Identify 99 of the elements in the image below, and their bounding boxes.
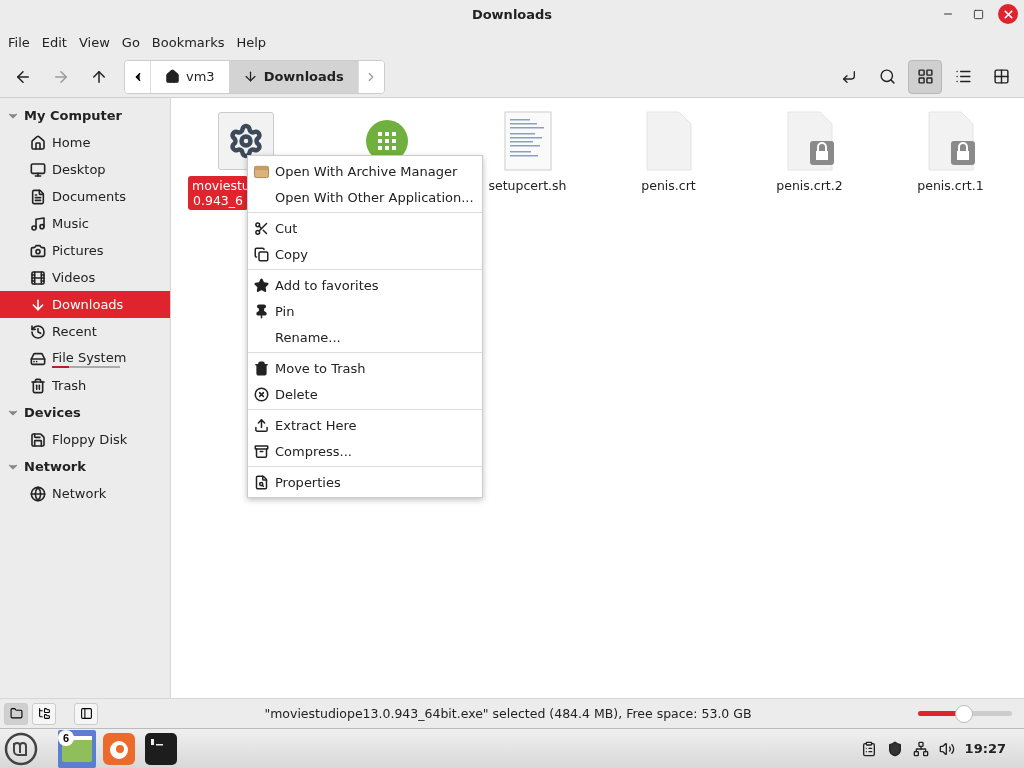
menu-item[interactable]: File — [2, 34, 36, 50]
upload-icon — [254, 417, 269, 433]
camera-icon — [30, 242, 46, 259]
context-menu-item[interactable]: Pin — [248, 298, 482, 324]
clock[interactable]: 19:27 — [964, 741, 1006, 756]
gear-icon — [227, 123, 264, 159]
network-icon[interactable] — [912, 740, 929, 757]
status-text: "moviestudiope13.0.943_64bit.exe" selected (484.4 MB), Free space: 53.0 GB — [263, 706, 753, 721]
sidebar-item[interactable]: Documents — [0, 183, 170, 210]
monitor-icon — [30, 161, 46, 178]
volume-icon[interactable] — [938, 740, 955, 757]
grid-icon — [916, 68, 934, 85]
context-menu-item[interactable]: Open With Other Application... — [248, 184, 482, 210]
context-menu-item[interactable]: Move to Trash — [248, 355, 482, 381]
sidebar-section-header[interactable]: Devices — [0, 399, 170, 426]
tree-pane-button[interactable] — [32, 702, 56, 725]
trash-icon — [254, 360, 269, 376]
terminal-icon — [145, 732, 177, 765]
sidebar-item[interactable]: File System — [0, 345, 170, 372]
file-name: penis.crt.1 — [916, 177, 985, 195]
menu-item[interactable]: Help — [230, 34, 273, 50]
disk-usage-bar — [52, 365, 120, 368]
menu-item[interactable]: View — [72, 34, 116, 50]
path-button[interactable]: Downloads — [228, 60, 358, 93]
context-menu-item[interactable]: Copy — [248, 241, 482, 267]
shield-icon[interactable] — [886, 740, 903, 757]
menu-item[interactable]: Bookmarks — [145, 34, 231, 50]
file-name: penis.crt.2 — [775, 177, 844, 195]
sidebar-section-header[interactable]: Network — [0, 453, 170, 480]
box-icon — [254, 163, 269, 179]
film-icon — [30, 269, 46, 286]
window-title: Downloads — [471, 6, 553, 22]
places-pane-button[interactable] — [4, 702, 28, 725]
file-name: moviestu 0.943_6 — [188, 176, 248, 210]
folder-tree-icon — [37, 707, 51, 720]
context-menu-item[interactable]: Add to favorites — [248, 272, 482, 298]
house-icon — [165, 69, 180, 84]
sidebar-section-header[interactable]: My Computer — [0, 102, 170, 129]
sidebar-item[interactable]: Downloads — [0, 291, 170, 318]
folder-icon — [62, 735, 92, 762]
window-count-badge: 6 — [58, 729, 74, 746]
sidebar-item[interactable]: Music — [0, 210, 170, 237]
context-menu-item[interactable]: Properties — [248, 469, 482, 495]
sidebar-item[interactable]: Videos — [0, 264, 170, 291]
archive-icon — [254, 443, 269, 459]
clipboard-icon[interactable] — [860, 740, 877, 757]
context-menu-item[interactable]: Delete — [248, 381, 482, 407]
sidebar-toggle-button[interactable] — [74, 702, 98, 725]
search-icon — [878, 68, 896, 85]
sidebar-icon — [79, 707, 93, 720]
path-left-button[interactable] — [125, 60, 151, 93]
file-name: penis.crt — [640, 177, 697, 195]
folder-icon — [9, 707, 23, 720]
globe-icon — [30, 485, 46, 502]
down-arrow-icon — [242, 69, 258, 84]
drive-icon — [30, 350, 46, 367]
house-icon — [30, 134, 46, 151]
files-app-button[interactable]: 6 — [58, 729, 96, 768]
list-icon — [954, 68, 972, 85]
file-name: setupcert.sh — [487, 177, 568, 195]
copy-icon — [254, 246, 269, 262]
sidebar-item[interactable]: Home — [0, 129, 170, 156]
zoom-slider[interactable] — [918, 704, 1012, 723]
close-icon — [1001, 7, 1015, 21]
context-menu-item[interactable]: Rename... — [248, 324, 482, 350]
context-menu-item[interactable]: Extract Here — [248, 412, 482, 438]
locked-file-icon — [785, 111, 834, 171]
context-menu-item[interactable]: Open With Archive Manager — [248, 158, 482, 184]
sidebar-item[interactable]: Trash — [0, 372, 170, 399]
grid-icon — [992, 68, 1010, 85]
icons-view-button[interactable] — [908, 59, 942, 94]
document-search-icon — [254, 474, 269, 490]
close-button[interactable] — [998, 4, 1018, 24]
browser-icon — [103, 732, 135, 765]
sidebar-item-label: File System — [52, 349, 127, 365]
sidebar-item[interactable]: Recent — [0, 318, 170, 345]
floppy-icon — [30, 431, 46, 448]
trash-icon — [30, 377, 46, 394]
return-arrow-icon — [841, 68, 857, 85]
sidebar-item[interactable]: Floppy Disk — [0, 426, 170, 453]
music-note-icon — [30, 215, 46, 232]
document-icon — [30, 188, 46, 205]
maximize-icon — [972, 8, 984, 20]
file-icon — [644, 111, 693, 171]
context-menu-item[interactable]: Compress... — [248, 438, 482, 464]
delete-icon — [254, 386, 269, 402]
context-menu-item[interactable]: Cut — [248, 215, 482, 241]
scissors-icon — [254, 220, 269, 236]
sidebar-item[interactable]: Network — [0, 480, 170, 507]
pin-icon — [254, 303, 269, 319]
sidebar-item[interactable]: Desktop — [0, 156, 170, 183]
menu-item[interactable]: Go — [115, 34, 146, 50]
locked-file-icon — [926, 111, 975, 171]
sidebar-item[interactable]: Pictures — [0, 237, 170, 264]
history-icon — [30, 323, 46, 340]
text-file-icon — [503, 111, 552, 171]
menu-logo-icon[interactable] — [4, 731, 38, 766]
menu-item[interactable]: Edit — [35, 34, 73, 50]
star-icon — [254, 277, 269, 293]
